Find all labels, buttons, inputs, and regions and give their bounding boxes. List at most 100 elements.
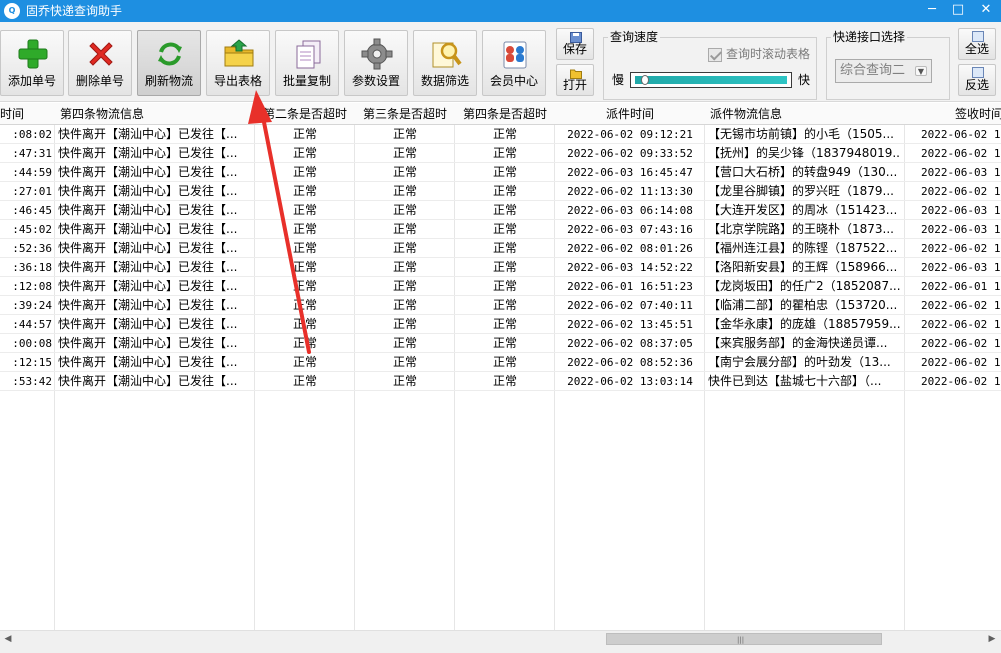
copy-documents-icon [291, 37, 325, 71]
cell-dispatch-info: 【龙里谷脚镇】的罗兴旺（1879... [708, 182, 900, 201]
table-row[interactable]: :44:59快件离开【潮汕中心】已发往【...正常正常正常2022-06-03 … [0, 163, 1001, 182]
delete-tracking-label: 删除单号 [69, 72, 131, 89]
column-header-second-timeout[interactable]: 第二条是否超时 [255, 103, 355, 125]
scroll-table-checkbox[interactable] [708, 48, 722, 62]
open-button[interactable]: 打开 [556, 64, 594, 96]
scroll-right-arrow-icon[interactable]: ▶ [984, 631, 1000, 647]
column-header-time[interactable]: 时间 [0, 103, 54, 125]
api-select-legend: 快递接口选择 [831, 29, 907, 45]
cell-fourth-info: 快件离开【潮汕中心】已发往【... [58, 201, 250, 220]
cell-second-timeout: 正常 [255, 334, 355, 353]
batch-copy-button[interactable]: 批量复制 [275, 30, 339, 96]
column-header-dispatch-info[interactable]: 派件物流信息 [710, 103, 900, 125]
cell-dispatch-time: 2022-06-02 13:45:51 [555, 315, 705, 334]
table-row[interactable]: :44:57快件离开【潮汕中心】已发往【...正常正常正常2022-06-02 … [0, 315, 1001, 334]
cell-dispatch-info: 【来宾服务部】的金海快递员谭... [708, 334, 900, 353]
table-row[interactable]: :27:01快件离开【潮汕中心】已发往【...正常正常正常2022-06-02 … [0, 182, 1001, 201]
table-row[interactable]: :47:31快件离开【潮汕中心】已发往【...正常正常正常2022-06-02 … [0, 144, 1001, 163]
column-header-dispatch-time[interactable]: 派件时间 [555, 103, 705, 125]
toolbar: 添加单号 删除单号 刷新物流 导出表格 批量复制 [0, 22, 1001, 102]
invert-selection-label: 反选 [959, 76, 995, 93]
table-row[interactable]: :12:15快件离开【潮汕中心】已发往【...正常正常正常2022-06-02 … [0, 353, 1001, 372]
settings-button[interactable]: 参数设置 [344, 30, 408, 96]
tracking-grid[interactable]: 时间 第四条物流信息 第二条是否超时 第三条是否超时 第四条是否超时 派件时间 … [0, 103, 1001, 630]
api-select-value: 综合查询二 [840, 63, 905, 78]
cell-dispatch-info: 【北京学院路】的王晓朴（1873... [708, 220, 900, 239]
export-table-button[interactable]: 导出表格 [206, 30, 270, 96]
folder-export-icon [222, 37, 256, 71]
cell-fourth-info: 快件离开【潮汕中心】已发往【... [58, 353, 250, 372]
table-row[interactable]: :46:45快件离开【潮汕中心】已发往【...正常正常正常2022-06-03 … [0, 201, 1001, 220]
cell-fourth-info: 快件离开【潮汕中心】已发往【... [58, 125, 250, 144]
data-filter-button[interactable]: 数据筛选 [413, 30, 477, 96]
cell-dispatch-info: 【金华永康】的庞雄（18857959... [708, 315, 900, 334]
api-select-dropdown[interactable]: 综合查询二 ▼ [835, 59, 932, 83]
add-tracking-button[interactable]: 添加单号 [0, 30, 64, 96]
close-button[interactable]: ✕ [972, 0, 1000, 22]
slow-label: 慢 [612, 72, 624, 88]
cell-time: :36:18 [0, 258, 54, 277]
scroll-left-arrow-icon[interactable]: ◀ [0, 631, 16, 647]
cell-fourth-info: 快件离开【潮汕中心】已发往【... [58, 258, 250, 277]
cell-third-timeout: 正常 [355, 239, 455, 258]
column-header-fourth-info[interactable]: 第四条物流信息 [60, 103, 250, 125]
table-row[interactable]: :00:08快件离开【潮汕中心】已发往【...正常正常正常2022-06-02 … [0, 334, 1001, 353]
cell-signed-time: 2022-06-02 12 [905, 125, 1001, 144]
column-header-fourth-timeout[interactable]: 第四条是否超时 [455, 103, 555, 125]
cell-time: :44:57 [0, 315, 54, 334]
table-row[interactable]: :08:02快件离开【潮汕中心】已发往【...正常正常正常2022-06-02 … [0, 125, 1001, 144]
cell-signed-time: 2022-06-02 11 [905, 144, 1001, 163]
cell-dispatch-info: 【福州连江县】的陈铿（187522... [708, 239, 900, 258]
cell-third-timeout: 正常 [355, 201, 455, 220]
save-button[interactable]: 保存 [556, 28, 594, 60]
cell-third-timeout: 正常 [355, 353, 455, 372]
column-header-signed-time[interactable]: 签收时间 [905, 103, 1001, 125]
cell-signed-time: 2022-06-03 19 [905, 163, 1001, 182]
cell-second-timeout: 正常 [255, 220, 355, 239]
table-row[interactable]: :36:18快件离开【潮汕中心】已发往【...正常正常正常2022-06-03 … [0, 258, 1001, 277]
cell-signed-time: 2022-06-02 11 [905, 182, 1001, 201]
cell-dispatch-info: 【洛阳新安县】的王辉（158966... [708, 258, 900, 277]
cell-signed-time: 2022-06-03 13 [905, 220, 1001, 239]
delete-tracking-button[interactable]: 删除单号 [68, 30, 132, 96]
table-row[interactable]: :12:08快件离开【潮汕中心】已发往【...正常正常正常2022-06-01 … [0, 277, 1001, 296]
scrollbar-thumb[interactable]: ||| [606, 633, 882, 645]
cell-second-timeout: 正常 [255, 125, 355, 144]
cell-time: :52:36 [0, 239, 54, 258]
horizontal-scrollbar[interactable]: ◀ ||| ▶ [0, 630, 1001, 647]
cell-dispatch-info: 【营口大石桥】的转盘949（130... [708, 163, 900, 182]
table-row[interactable]: :52:36快件离开【潮汕中心】已发往【...正常正常正常2022-06-02 … [0, 239, 1001, 258]
column-header-third-timeout[interactable]: 第三条是否超时 [355, 103, 455, 125]
maximize-button[interactable]: □ [944, 0, 972, 22]
cell-time: :53:42 [0, 372, 54, 391]
cell-fourth-timeout: 正常 [455, 334, 555, 353]
table-row[interactable]: :53:42快件离开【潮汕中心】已发往【...正常正常正常2022-06-02 … [0, 372, 1001, 391]
cell-dispatch-info: 【大连开发区】的周冰（151423... [708, 201, 900, 220]
member-center-button[interactable]: 会员中心 [482, 30, 546, 96]
red-x-icon [84, 37, 118, 71]
table-row[interactable]: :45:02快件离开【潮汕中心】已发往【...正常正常正常2022-06-03 … [0, 220, 1001, 239]
select-all-button[interactable]: 全选 [958, 28, 996, 60]
cell-second-timeout: 正常 [255, 353, 355, 372]
data-filter-label: 数据筛选 [414, 72, 476, 89]
cell-fourth-timeout: 正常 [455, 144, 555, 163]
cell-dispatch-time: 2022-06-03 06:14:08 [555, 201, 705, 220]
minimize-button[interactable]: ─ [918, 0, 946, 22]
window-title: 固乔快递查询助手 [26, 3, 122, 19]
cell-fourth-info: 快件离开【潮汕中心】已发往【... [58, 220, 250, 239]
query-speed-legend: 查询速度 [608, 29, 660, 45]
cell-signed-time: 2022-06-02 10 [905, 334, 1001, 353]
scrollbar-grip: ||| [737, 636, 744, 644]
speed-slider-thumb[interactable] [641, 75, 649, 85]
cell-signed-time: 2022-06-02 17 [905, 372, 1001, 391]
cell-fourth-info: 快件离开【潮汕中心】已发往【... [58, 163, 250, 182]
scroll-table-checkbox-label: 查询时滚动表格 [726, 46, 810, 62]
cell-dispatch-time: 2022-06-02 07:40:11 [555, 296, 705, 315]
invert-selection-button[interactable]: 反选 [958, 64, 996, 96]
speed-slider[interactable] [630, 72, 792, 88]
cell-dispatch-info: 【抚州】的吴少锋（1837948019... [708, 144, 900, 163]
table-row[interactable]: :39:24快件离开【潮汕中心】已发往【...正常正常正常2022-06-02 … [0, 296, 1001, 315]
cell-signed-time: 2022-06-02 13 [905, 296, 1001, 315]
refresh-logistics-button[interactable]: 刷新物流 [137, 30, 201, 96]
cell-third-timeout: 正常 [355, 220, 455, 239]
